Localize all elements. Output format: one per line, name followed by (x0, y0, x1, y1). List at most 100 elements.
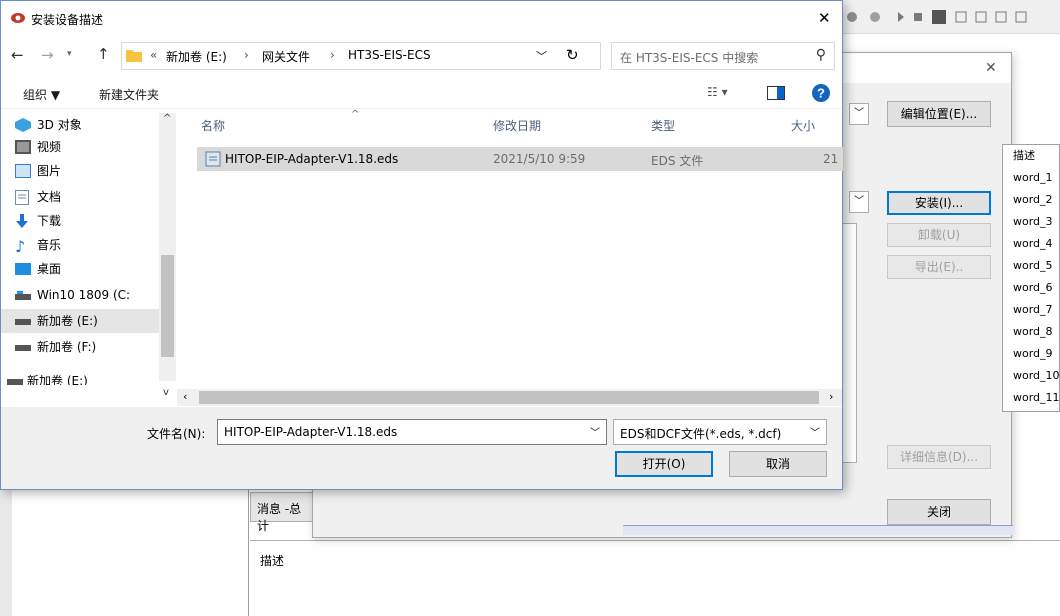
recent-locations-icon[interactable]: ▾ (67, 49, 72, 59)
chevron-down-icon[interactable]: ﹀ (849, 191, 869, 213)
tree-item-drive-e[interactable]: 新加卷 (E:) (1, 309, 161, 333)
uninstall-button[interactable]: 卸载(U) (887, 223, 991, 247)
panel-divider (250, 540, 1060, 541)
tree-item-pictures[interactable]: 图片 (1, 159, 161, 183)
scrollbar-thumb[interactable] (199, 391, 819, 404)
table-row[interactable]: HITOP-EIP-Adapter-V1.18.eds 2021/5/10 9:… (197, 147, 843, 171)
preview-pane-icon[interactable] (767, 86, 785, 100)
search-placeholder: 在 HT3S-EIS-ECS 中搜索 (620, 51, 759, 65)
download-icon (15, 214, 29, 228)
documents-icon (15, 190, 29, 205)
column-type[interactable]: 类型 (651, 117, 675, 134)
forward-arrow-icon[interactable]: → (41, 46, 54, 64)
navigation-bar: ← → ▾ ↑ « 新加卷 (E:) › 网关文件 › HT3S-EIS-ECS… (1, 37, 842, 75)
horizontal-scrollbar[interactable]: ‹ › (177, 389, 842, 406)
scroll-down-icon[interactable]: v (163, 387, 169, 398)
drive-icon (7, 379, 23, 385)
navigation-tree: 3D 对象 视频 图片 文档 下载 ♪ 音乐 桌面 Win10 1809 (C: (1, 109, 177, 385)
chevron-down-icon[interactable]: ﹀ (849, 103, 869, 125)
list-item[interactable]: word_11 (1003, 387, 1059, 409)
view-options-icon[interactable]: ☷ ▾ (707, 85, 728, 99)
new-folder-button[interactable]: 新建文件夹 (99, 86, 159, 103)
list-item[interactable]: word_1 (1003, 167, 1059, 189)
list-item[interactable]: word_8 (1003, 321, 1059, 343)
tree-item-drive-f[interactable]: 新加卷 (F:) (1, 335, 161, 359)
filename-label: 文件名(N): (147, 427, 206, 441)
tree-item-music[interactable]: ♪ 音乐 (1, 233, 161, 257)
list-item[interactable]: word_5 (1003, 255, 1059, 277)
breadcrumb-drive[interactable]: 新加卷 (E:) (166, 48, 227, 65)
chevron-down-icon[interactable]: ﹀ (810, 424, 820, 439)
chevron-down-icon[interactable]: ﹀ (590, 424, 600, 439)
file-open-dialog: 安装设备描述 ✕ ← → ▾ ↑ « 新加卷 (E:) › 网关文件 › HT3… (0, 0, 843, 490)
toolbar-icons (847, 10, 1027, 24)
drive-icon (15, 319, 31, 325)
dialog-footer: 文件名(N): HITOP-EIP-Adapter-V1.18.eds ﹀ ED… (1, 407, 842, 489)
folder-icon (126, 48, 142, 62)
dialog-title: 安装设备描述 (31, 13, 104, 27)
edit-location-button[interactable]: 编辑位置(E)... (887, 101, 991, 127)
scroll-left-icon[interactable]: ‹ (183, 390, 187, 403)
cancel-button[interactable]: 取消 (729, 451, 827, 477)
tree-item-video[interactable]: 视频 (1, 135, 161, 159)
close-icon[interactable]: ✕ (818, 9, 831, 27)
3d-objects-icon (15, 118, 31, 132)
list-item[interactable]: word_10 (1003, 365, 1059, 387)
open-button[interactable]: 打开(O) (615, 451, 713, 477)
list-item[interactable]: word_6 (1003, 277, 1059, 299)
pictures-icon (15, 164, 31, 178)
file-modified: 2021/5/10 9:59 (493, 152, 586, 166)
list-item[interactable]: word_2 (1003, 189, 1059, 211)
tree-item-3d-objects[interactable]: 3D 对象 (1, 113, 161, 137)
search-icon[interactable]: ⚲ (816, 47, 826, 63)
tree-item-downloads[interactable]: 下载 (1, 209, 161, 233)
command-bar: 组织 ▼ 新建文件夹 ☷ ▾ ? (1, 77, 842, 109)
close-button[interactable]: 关闭 (887, 499, 991, 525)
chevron-down-icon[interactable]: ﹀ (536, 48, 547, 64)
file-type-filter[interactable]: EDS和DCF文件(*.eds, *.dcf) ﹀ (613, 419, 827, 445)
status-strip (623, 525, 1013, 535)
breadcrumb-current-folder[interactable]: HT3S-EIS-ECS (348, 48, 431, 62)
organize-menu[interactable]: 组织 ▼ (23, 86, 60, 103)
list-item[interactable]: word_3 (1003, 211, 1059, 233)
tree-item-system-drive[interactable]: Win10 1809 (C: (1, 283, 161, 307)
file-type: EDS 文件 (651, 154, 704, 168)
export-button[interactable]: 导出(E).. (887, 255, 991, 279)
music-icon: ♪ (15, 237, 26, 256)
tree-scrollbar[interactable]: ^ v (159, 113, 176, 398)
install-button[interactable]: 安装(I)... (887, 191, 991, 215)
back-arrow-icon[interactable]: ← (11, 46, 24, 64)
app-logo-icon (11, 12, 25, 24)
device-tree (841, 223, 857, 463)
dialog-title-bar: 安装设备描述 ✕ (1, 1, 842, 37)
list-item[interactable]: word_9 (1003, 343, 1059, 365)
breadcrumb-overflow[interactable]: « (150, 48, 157, 62)
column-name[interactable]: 名称 (201, 117, 225, 134)
close-icon[interactable]: ✕ (985, 60, 997, 76)
refresh-icon[interactable]: ↻ (566, 46, 579, 64)
list-item: 描述 (1013, 149, 1035, 162)
messages-tab[interactable]: 消息 -总计 (250, 492, 320, 533)
scrollbar-thumb[interactable] (161, 255, 174, 357)
column-size[interactable]: 大小 (791, 117, 815, 134)
eds-file-icon (205, 151, 221, 167)
tree-item-documents[interactable]: 文档 (1, 185, 161, 209)
breadcrumb-gateway-folder[interactable]: 网关文件 (262, 48, 310, 65)
list-item[interactable]: word_7 (1003, 299, 1059, 321)
filename-input[interactable]: HITOP-EIP-Adapter-V1.18.eds ﹀ (217, 419, 607, 445)
tree-item-drive-e-network[interactable]: 新加卷 (E:) (1, 369, 161, 385)
list-item[interactable]: word_4 (1003, 233, 1059, 255)
file-name: HITOP-EIP-Adapter-V1.18.eds (225, 152, 399, 166)
scroll-up-icon[interactable]: ^ (163, 113, 171, 124)
search-input[interactable]: 在 HT3S-EIS-ECS 中搜索 ⚲ (611, 42, 835, 70)
address-bar[interactable]: « 新加卷 (E:) › 网关文件 › HT3S-EIS-ECS ﹀ ↻ (121, 42, 601, 70)
help-icon[interactable]: ? (811, 83, 831, 103)
column-modified[interactable]: 修改日期 (493, 117, 541, 134)
up-arrow-icon[interactable]: ↑ (97, 45, 110, 63)
scroll-right-icon[interactable]: › (829, 390, 833, 403)
tree-item-desktop[interactable]: 桌面 (1, 257, 161, 281)
description-column-label: 描述 (260, 554, 285, 568)
details-button[interactable]: 详细信息(D)... (887, 445, 991, 469)
breadcrumb-separator-icon: › (244, 48, 249, 62)
sort-ascending-icon: ^ (351, 109, 360, 120)
